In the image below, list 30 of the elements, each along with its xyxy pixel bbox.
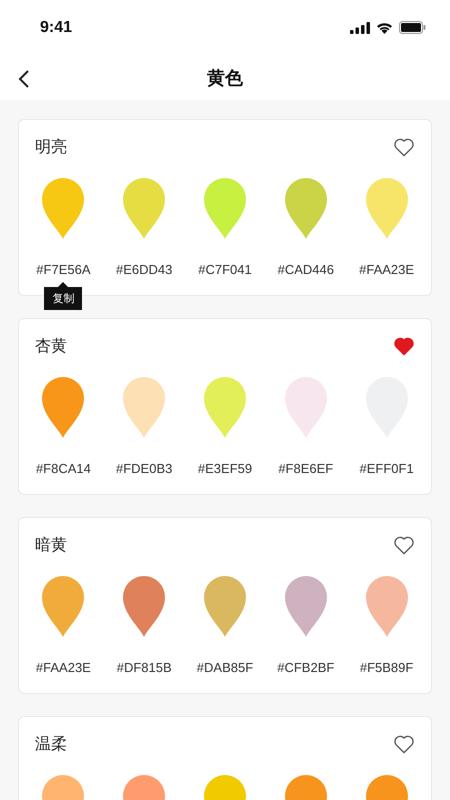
- hex-code[interactable]: #CAD446: [278, 262, 334, 277]
- copy-tooltip[interactable]: 复制: [44, 282, 82, 310]
- palette-name: 明亮: [35, 138, 67, 158]
- hex-code[interactable]: #EFF0F1: [360, 461, 414, 476]
- hex-code[interactable]: #FDE0B3: [116, 461, 172, 476]
- hex-code[interactable]: #F8E6EF: [278, 461, 334, 476]
- hex-code[interactable]: #DAB85F: [196, 660, 254, 675]
- hex-code[interactable]: #F7E56A: [36, 262, 90, 277]
- palette-name: 暗黄: [35, 536, 67, 556]
- heart-icon[interactable]: [393, 535, 415, 555]
- heart-icon[interactable]: [393, 137, 415, 157]
- battery-icon: [399, 21, 426, 34]
- hex-code[interactable]: #DF815B: [116, 660, 172, 675]
- hex-code[interactable]: #E6DD43: [116, 262, 172, 277]
- hex-code[interactable]: #F8CA14: [36, 461, 91, 476]
- page-title: 黄色: [207, 66, 243, 90]
- heart-filled-icon[interactable]: [393, 336, 415, 356]
- hex-code[interactable]: #FAA23E: [359, 262, 414, 277]
- hex-code[interactable]: #FAA23E: [36, 660, 91, 675]
- hex-code[interactable]: #C7F041: [198, 262, 252, 277]
- signal-icon: [350, 22, 370, 34]
- wifi-icon: [376, 22, 393, 34]
- status-time: 9:41: [40, 18, 72, 36]
- palette-name: 杏黄: [35, 336, 67, 356]
- heart-icon[interactable]: [393, 734, 415, 754]
- hex-code[interactable]: #F5B89F: [360, 660, 414, 675]
- palette-name: 温柔: [35, 734, 67, 754]
- hex-code[interactable]: #CFB2BF: [277, 660, 334, 675]
- hex-code[interactable]: #E3EF59: [198, 461, 252, 476]
- back-icon[interactable]: [18, 69, 30, 89]
